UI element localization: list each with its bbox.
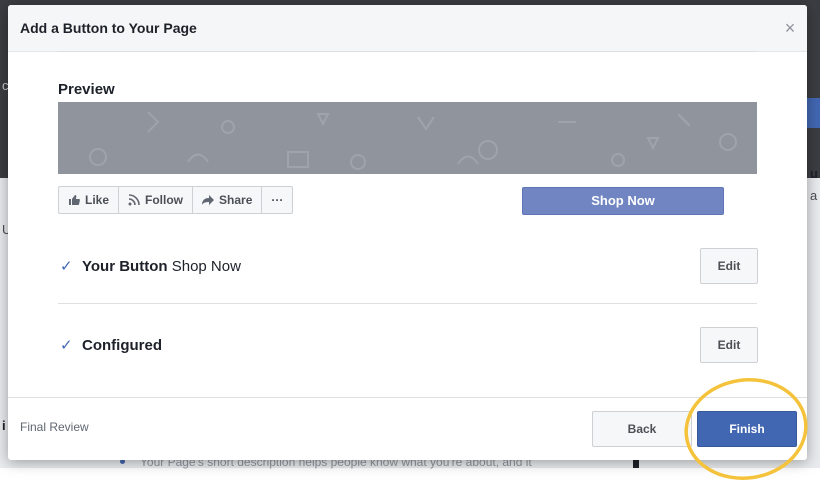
highlight-circle-annotation [684, 378, 808, 480]
step-your-button: Your Button Shop Now [82, 258, 241, 275]
step-title: Your Button [82, 258, 168, 275]
checkmark-icon: ✓ [60, 258, 73, 275]
close-icon[interactable]: × [780, 17, 800, 39]
share-label: Share [219, 193, 253, 207]
more-options-button[interactable]: ··· [262, 187, 292, 213]
like-label: Like [85, 193, 110, 207]
edit-button-step-configured[interactable]: Edit [700, 327, 758, 363]
checkmark-icon: ✓ [60, 337, 73, 354]
follow-label: Follow [145, 193, 184, 207]
rss-icon [128, 194, 140, 206]
like-button[interactable]: Like [59, 187, 120, 213]
follow-button[interactable]: Follow [119, 187, 194, 213]
step-value: Shop Now [171, 258, 241, 275]
step-configured: Configured [82, 337, 162, 354]
background-mark [633, 460, 639, 468]
cover-photo-placeholder [58, 102, 757, 174]
dialog-title: Add a Button to Your Page [20, 20, 197, 36]
background-fragment: u [810, 166, 818, 181]
edit-button-step-your-button[interactable]: Edit [700, 248, 758, 284]
thumbs-up-icon [69, 195, 80, 205]
background-blue-tab [806, 98, 820, 128]
background-fragment: a [810, 188, 818, 203]
divider [58, 303, 757, 304]
background-fragment: i [2, 418, 6, 433]
back-button[interactable]: Back [592, 411, 692, 447]
preview-label: Preview [58, 81, 115, 98]
step-title: Configured [82, 337, 162, 354]
page-action-bar: Like Follow Share ··· [58, 186, 294, 214]
cover-pattern-icon [89, 111, 737, 170]
divider [58, 51, 757, 52]
more-icon: ··· [271, 193, 284, 207]
current-step-label: Final Review [20, 420, 89, 434]
shop-now-cta-button[interactable]: Shop Now [522, 187, 724, 215]
share-arrow-icon [202, 195, 215, 205]
share-button[interactable]: Share [193, 187, 263, 213]
dialog-header: Add a Button to Your Page × [8, 5, 807, 52]
